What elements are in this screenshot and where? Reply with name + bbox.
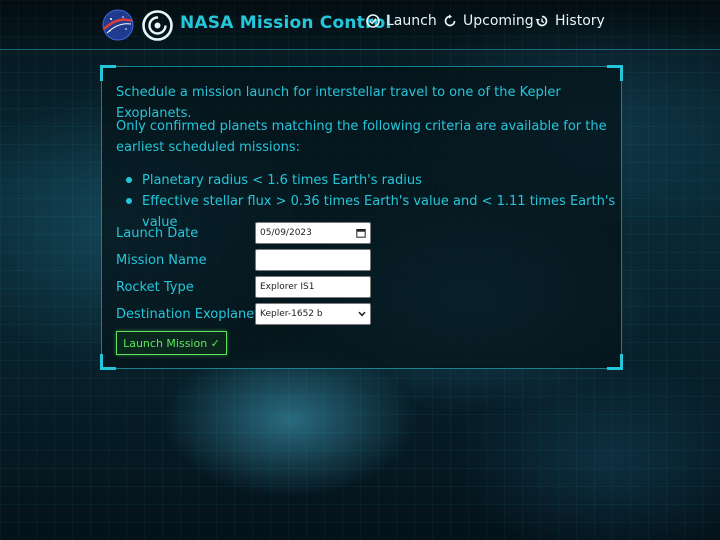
chevron-down-icon xyxy=(358,311,366,317)
history-icon xyxy=(535,15,548,27)
mission-name-label: Mission Name xyxy=(116,253,207,268)
rocket-type-label: Rocket Type xyxy=(116,280,194,295)
nav-launch-label: Launch xyxy=(386,13,437,29)
destination-exoplanet-label: Destination Exoplanet xyxy=(116,307,260,322)
rocket-type-input[interactable] xyxy=(255,276,371,298)
launch-date-value: 05/09/2023 xyxy=(260,228,312,238)
destination-exoplanet-value: Kepler-1652 b xyxy=(260,309,323,319)
nav-launch[interactable]: Launch xyxy=(366,13,437,29)
launch-date-label: Launch Date xyxy=(116,226,199,241)
panel-corner-top-left xyxy=(100,65,116,81)
criteria-text: Only confirmed planets matching the foll… xyxy=(116,119,607,155)
panel-corner-bottom-left xyxy=(100,354,116,370)
launch-date-input[interactable]: 05/09/2023 xyxy=(255,222,371,244)
top-navigation-bar: NASA Mission Control Launch Upcoming His… xyxy=(0,0,720,50)
refresh-icon xyxy=(444,14,456,27)
panel-corner-bottom-right xyxy=(607,354,623,370)
app-title: NASA Mission Control xyxy=(180,13,392,33)
nav-history[interactable]: History xyxy=(535,13,605,29)
check-circle-icon xyxy=(366,14,380,28)
panel-corner-top-right xyxy=(607,65,623,81)
launch-mission-button[interactable]: Launch Mission ✓ xyxy=(116,331,227,355)
mission-control-ring-icon xyxy=(142,10,173,41)
launch-form-panel: Schedule a mission launch for interstell… xyxy=(100,65,623,370)
destination-exoplanet-select[interactable]: Kepler-1652 b xyxy=(255,303,371,325)
mission-name-input[interactable] xyxy=(255,249,371,271)
calendar-icon[interactable] xyxy=(356,228,366,238)
criteria-item-radius: Planetary radius < 1.6 times Earth's rad… xyxy=(126,170,621,191)
criteria-item-flux: Effective stellar flux > 0.36 times Eart… xyxy=(126,191,621,233)
nav-upcoming-label: Upcoming xyxy=(463,13,534,29)
nav-history-label: History xyxy=(555,13,605,29)
criteria-list: Planetary radius < 1.6 times Earth's rad… xyxy=(126,170,621,233)
nav-upcoming[interactable]: Upcoming xyxy=(443,13,534,29)
nasa-logo-icon[interactable] xyxy=(101,8,135,42)
